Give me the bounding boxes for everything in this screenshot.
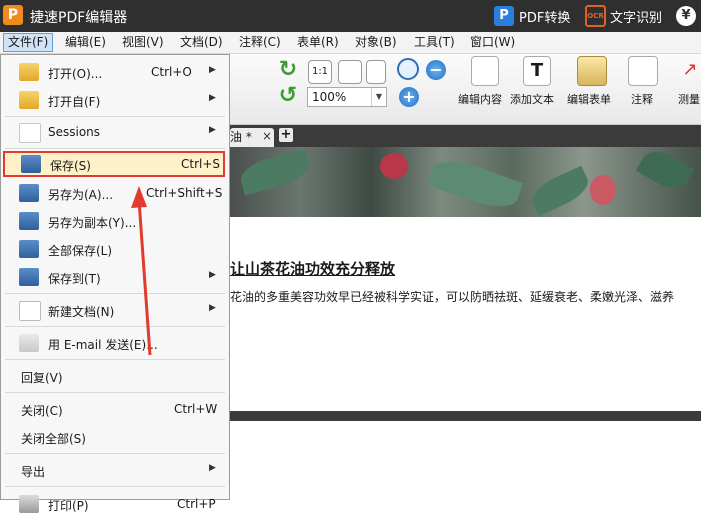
document-tab-label: 油 * [230,130,252,144]
menu-item-save-copy[interactable]: 另存为副本(Y)... [1,208,229,234]
printer-icon [19,495,39,513]
menu-item-label: 导出 [21,465,46,479]
menu-item-label: 打开(O)... [48,67,103,81]
menu-object[interactable]: 对象(B) [351,34,401,51]
fit-page-icon [338,60,362,84]
new-tab-button[interactable]: + [279,128,293,142]
menu-item-open[interactable]: 打开(O)... Ctrl+O ▶ [1,59,229,85]
menu-edit[interactable]: 编辑(E) [61,34,110,51]
app-title: 捷速PDF编辑器 [30,10,128,26]
submenu-arrow-icon: ▶ [209,65,216,75]
save-all-icon [19,240,39,258]
rotate-cw-icon: ↻ [278,57,298,82]
menu-item-shortcut: Ctrl+W [174,402,218,416]
menu-item-label: 用 E-mail 发送(E)... [48,338,158,352]
edit-form-icon [577,56,607,86]
annotate-label: 注释 [631,93,653,106]
menu-item-save[interactable]: 保存(S) Ctrl+S [3,151,225,177]
menu-item-label: 保存到(T) [48,272,101,286]
edit-content-label: 编辑内容 [458,93,502,106]
annotate-icon [628,56,658,86]
menu-item-save-all[interactable]: 全部保存(L) [1,236,229,262]
sessions-icon [19,123,41,143]
rotate-ccw-icon: ↺ [278,83,298,108]
save-as-icon [19,184,39,202]
purchase-icon[interactable]: ¥ [676,6,696,26]
zoom-select[interactable]: 100% ▼ [307,87,387,107]
menu-item-label: 保存(S) [50,159,91,173]
menu-window[interactable]: 窗口(W) [466,34,519,51]
menu-file[interactable]: 文件(F) [3,33,54,52]
edit-form-label: 编辑表单 [567,93,611,106]
email-icon [19,334,39,352]
menu-item-label: 另存为副本(Y)... [48,216,137,230]
menu-item-new-document[interactable]: 新建文档(N) ▶ [1,297,229,323]
title-bar: P 捷速PDF编辑器 P PDF转换 OCR 文字识别 ¥ [0,0,701,32]
menu-item-open-from[interactable]: 打开自(F) ▶ [1,87,229,113]
document-body-text: 花油的多重美容功效早已经被科学实证，可以防晒祛斑、延缓衰老、柔嫩光泽、滋养 [230,290,675,304]
menu-item-close[interactable]: 关闭(C) Ctrl+W [1,396,229,422]
menu-tools[interactable]: 工具(T) [410,34,459,51]
magnifier-icon [397,58,419,80]
menu-item-print[interactable]: 打印(P) Ctrl+P [1,491,229,517]
close-tab-icon[interactable]: × [262,129,272,143]
menu-item-shortcut: Ctrl+S [181,157,221,171]
menu-item-revert[interactable]: 回复(V) [1,363,229,389]
save-copy-icon [19,212,39,230]
actual-size-icon: 1:1 [308,60,332,84]
add-text-icon: T [523,56,551,86]
submenu-arrow-icon: ▶ [209,270,216,280]
menu-item-label: 另存为(A)... [48,188,114,202]
measure-icon: ↗ [682,59,698,80]
menu-item-label: 全部保存(L) [48,244,113,258]
folder-globe-icon [19,91,39,109]
submenu-arrow-icon: ▶ [209,303,216,313]
app-logo-icon: P [3,5,23,25]
menu-item-sessions[interactable]: Sessions ▶ [1,119,229,145]
fit-width-icon [366,60,386,84]
menu-item-shortcut: Ctrl+Shift+S [146,186,223,200]
zoom-out-button[interactable]: − [426,60,446,80]
menu-item-export[interactable]: 导出 ▶ [1,457,229,483]
menu-item-save-to[interactable]: 保存到(T) ▶ [1,264,229,290]
pdf-convert-icon[interactable]: P [494,6,514,26]
chevron-down-icon[interactable]: ▼ [371,88,386,106]
folder-open-icon [19,63,39,81]
menu-item-label: 打开自(F) [48,95,101,109]
menu-item-shortcut: Ctrl+P [177,497,216,511]
menu-bar: 文件(F) 编辑(E) 视图(V) 文档(D) 注释(C) 表单(R) 对象(B… [0,32,701,54]
zoom-value: 100% [312,90,347,104]
menu-item-label: 关闭(C) [21,404,63,418]
zoom-in-button[interactable]: + [399,87,419,107]
menu-view[interactable]: 视图(V) [118,34,168,51]
add-text-label: 添加文本 [510,93,554,106]
document-photo [230,144,701,217]
menu-document[interactable]: 文档(D) [176,34,227,51]
menu-item-label: 新建文档(N) [48,305,115,319]
submenu-arrow-icon: ▶ [209,125,216,135]
page-separator [230,411,701,421]
ocr-icon[interactable]: OCR [585,5,606,27]
measure-label: 测量 [678,93,700,106]
document-heading: 让山茶花油功效充分释放 [230,260,396,278]
submenu-arrow-icon: ▶ [209,463,216,473]
pdf-convert-button[interactable]: PDF转换 [519,7,570,26]
edit-content-icon [471,56,499,86]
save-to-icon [19,268,39,286]
menu-item-save-as[interactable]: 另存为(A)... Ctrl+Shift+S [1,180,229,206]
menu-item-label: 回复(V) [21,371,63,385]
menu-item-label: Sessions [48,125,101,139]
menu-item-label: 关闭全部(S) [21,432,86,446]
new-document-icon [19,301,41,321]
menu-item-shortcut: Ctrl+O [151,65,192,79]
menu-item-send-email[interactable]: 用 E-mail 发送(E)... [1,330,229,356]
save-disk-icon [21,155,41,173]
ocr-button[interactable]: 文字识别 [610,7,662,26]
submenu-arrow-icon: ▶ [209,93,216,103]
file-menu: 打开(O)... Ctrl+O ▶ 打开自(F) ▶ Sessions ▶ 保存… [0,54,230,513]
menu-form[interactable]: 表单(R) [293,34,343,51]
menu-item-close-all[interactable]: 关闭全部(S) [1,424,229,450]
menu-comment[interactable]: 注释(C) [235,34,285,51]
